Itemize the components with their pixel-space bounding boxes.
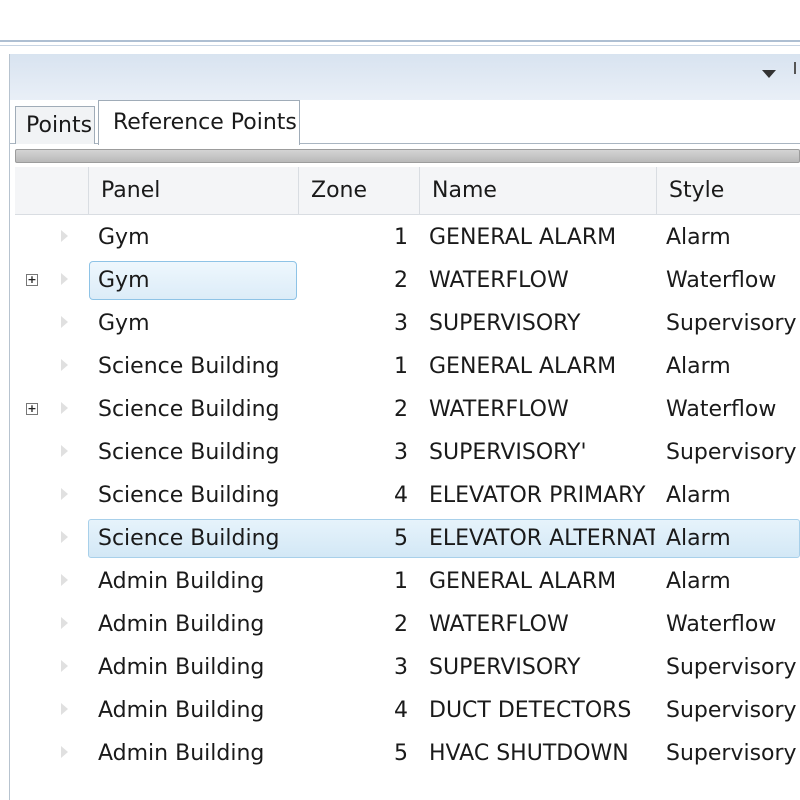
style-cell[interactable]: Alarm: [656, 560, 800, 603]
panel-cell[interactable]: Science Building: [88, 431, 298, 474]
style-cell[interactable]: Waterflow: [656, 388, 800, 431]
row-arrow-icon: [61, 703, 68, 715]
panel-border: [9, 54, 10, 800]
panel-cell[interactable]: Gym: [88, 216, 298, 259]
zone-cell[interactable]: 2: [298, 603, 416, 646]
panel-cell[interactable]: Admin Building: [88, 646, 298, 689]
column-header-style[interactable]: Style: [656, 167, 800, 214]
zone-cell[interactable]: 2: [298, 259, 416, 302]
panel-cell[interactable]: Science Building: [88, 474, 298, 517]
table-row[interactable]: Science Building 4 ELEVATOR PRIMARY Alarm: [15, 474, 800, 517]
panel-cell[interactable]: Admin Building: [88, 732, 298, 775]
style-cell[interactable]: Supervisory: [656, 646, 800, 689]
style-cell[interactable]: Alarm: [656, 517, 800, 560]
name-cell[interactable]: SUPERVISORY: [419, 646, 655, 689]
zone-cell[interactable]: 4: [298, 474, 416, 517]
pin-icon[interactable]: [794, 62, 800, 74]
table-row[interactable]: Science Building 5 ELEVATOR ALTERNAT Alarm: [15, 517, 800, 560]
row-arrow-icon: [61, 617, 68, 629]
horizontal-scrollbar[interactable]: [15, 149, 800, 163]
panel-cell[interactable]: Gym: [88, 302, 298, 345]
panel-cell[interactable]: Admin Building: [88, 603, 298, 646]
panel-header-bar: [10, 54, 800, 100]
row-arrow-icon: [61, 574, 68, 586]
table-row[interactable]: Admin Building 4 DUCT DETECTORS Supervisory: [15, 689, 800, 732]
row-arrow-icon: [61, 488, 68, 500]
style-cell[interactable]: Waterflow: [656, 603, 800, 646]
name-cell[interactable]: WATERFLOW: [419, 603, 655, 646]
divider: [0, 40, 800, 42]
style-cell[interactable]: Alarm: [656, 345, 800, 388]
name-cell[interactable]: GENERAL ALARM: [419, 216, 655, 259]
table-row[interactable]: Gym 1 GENERAL ALARM Alarm: [15, 216, 800, 259]
divider: [0, 45, 800, 46]
zone-cell[interactable]: 3: [298, 431, 416, 474]
panel-cell[interactable]: Science Building: [88, 388, 298, 431]
row-arrow-icon: [61, 402, 68, 414]
zone-cell[interactable]: 1: [298, 345, 416, 388]
row-arrow-icon: [61, 445, 68, 457]
name-cell[interactable]: SUPERVISORY': [419, 431, 655, 474]
zone-cell[interactable]: 1: [298, 560, 416, 603]
style-cell[interactable]: Supervisory: [656, 302, 800, 345]
row-arrow-icon: [61, 660, 68, 672]
table-row[interactable]: + Science Building 2 WATERFLOW Waterflow: [15, 388, 800, 431]
grid-header: Panel Zone Name Style: [15, 167, 800, 215]
style-cell[interactable]: Alarm: [656, 216, 800, 259]
panel-cell[interactable]: Admin Building: [88, 560, 298, 603]
row-arrow-icon: [61, 316, 68, 328]
name-cell[interactable]: ELEVATOR ALTERNAT: [419, 517, 655, 560]
table-row[interactable]: Admin Building 2 WATERFLOW Waterflow: [15, 603, 800, 646]
row-arrow-icon: [61, 746, 68, 758]
top-toolbar-area: [0, 0, 800, 40]
panel-cell[interactable]: Science Building: [88, 517, 298, 560]
table-row[interactable]: Admin Building 1 GENERAL ALARM Alarm: [15, 560, 800, 603]
table-row[interactable]: Science Building 1 GENERAL ALARM Alarm: [15, 345, 800, 388]
chevron-down-icon[interactable]: [762, 70, 776, 78]
column-header-name[interactable]: Name: [419, 167, 656, 214]
style-cell[interactable]: Supervisory: [656, 431, 800, 474]
tab-reference-points[interactable]: Reference Points: [98, 100, 300, 145]
column-header-expander: [15, 167, 88, 214]
column-header-zone[interactable]: Zone: [298, 167, 419, 214]
style-cell[interactable]: Supervisory: [656, 732, 800, 775]
table-row[interactable]: Admin Building 3 SUPERVISORY Supervisory: [15, 646, 800, 689]
name-cell[interactable]: SUPERVISORY: [419, 302, 655, 345]
table-row[interactable]: Science Building 3 SUPERVISORY' Supervisory: [15, 431, 800, 474]
style-cell[interactable]: Supervisory: [656, 689, 800, 732]
name-cell[interactable]: GENERAL ALARM: [419, 345, 655, 388]
name-cell[interactable]: GENERAL ALARM: [419, 560, 655, 603]
tab-points[interactable]: Points: [15, 106, 95, 144]
style-cell[interactable]: Waterflow: [656, 259, 800, 302]
expand-plus-icon[interactable]: +: [26, 274, 38, 286]
row-arrow-icon: [61, 531, 68, 543]
row-arrow-icon: [61, 273, 68, 285]
zone-cell[interactable]: 2: [298, 388, 416, 431]
zone-cell[interactable]: 3: [298, 302, 416, 345]
row-arrow-icon: [61, 359, 68, 371]
zone-cell[interactable]: 1: [298, 216, 416, 259]
name-cell[interactable]: WATERFLOW: [419, 388, 655, 431]
table-row[interactable]: Gym 3 SUPERVISORY Supervisory: [15, 302, 800, 345]
zone-cell[interactable]: 3: [298, 646, 416, 689]
name-cell[interactable]: WATERFLOW: [419, 259, 655, 302]
panel-cell[interactable]: Science Building: [88, 345, 298, 388]
name-cell[interactable]: HVAC SHUTDOWN: [419, 732, 655, 775]
row-arrow-icon: [61, 230, 68, 242]
panel-cell[interactable]: Admin Building: [88, 689, 298, 732]
name-cell[interactable]: ELEVATOR PRIMARY: [419, 474, 655, 517]
zone-cell[interactable]: 5: [298, 732, 416, 775]
table-row[interactable]: Admin Building 5 HVAC SHUTDOWN Supervisory: [15, 732, 800, 775]
table-row[interactable]: + Gym 2 WATERFLOW Waterflow: [15, 259, 800, 302]
zone-cell[interactable]: 4: [298, 689, 416, 732]
expand-plus-icon[interactable]: +: [26, 403, 38, 415]
style-cell[interactable]: Alarm: [656, 474, 800, 517]
panel-cell[interactable]: Gym: [88, 259, 298, 302]
column-header-panel[interactable]: Panel: [88, 167, 298, 214]
name-cell[interactable]: DUCT DETECTORS: [419, 689, 655, 732]
zone-cell[interactable]: 5: [298, 517, 416, 560]
